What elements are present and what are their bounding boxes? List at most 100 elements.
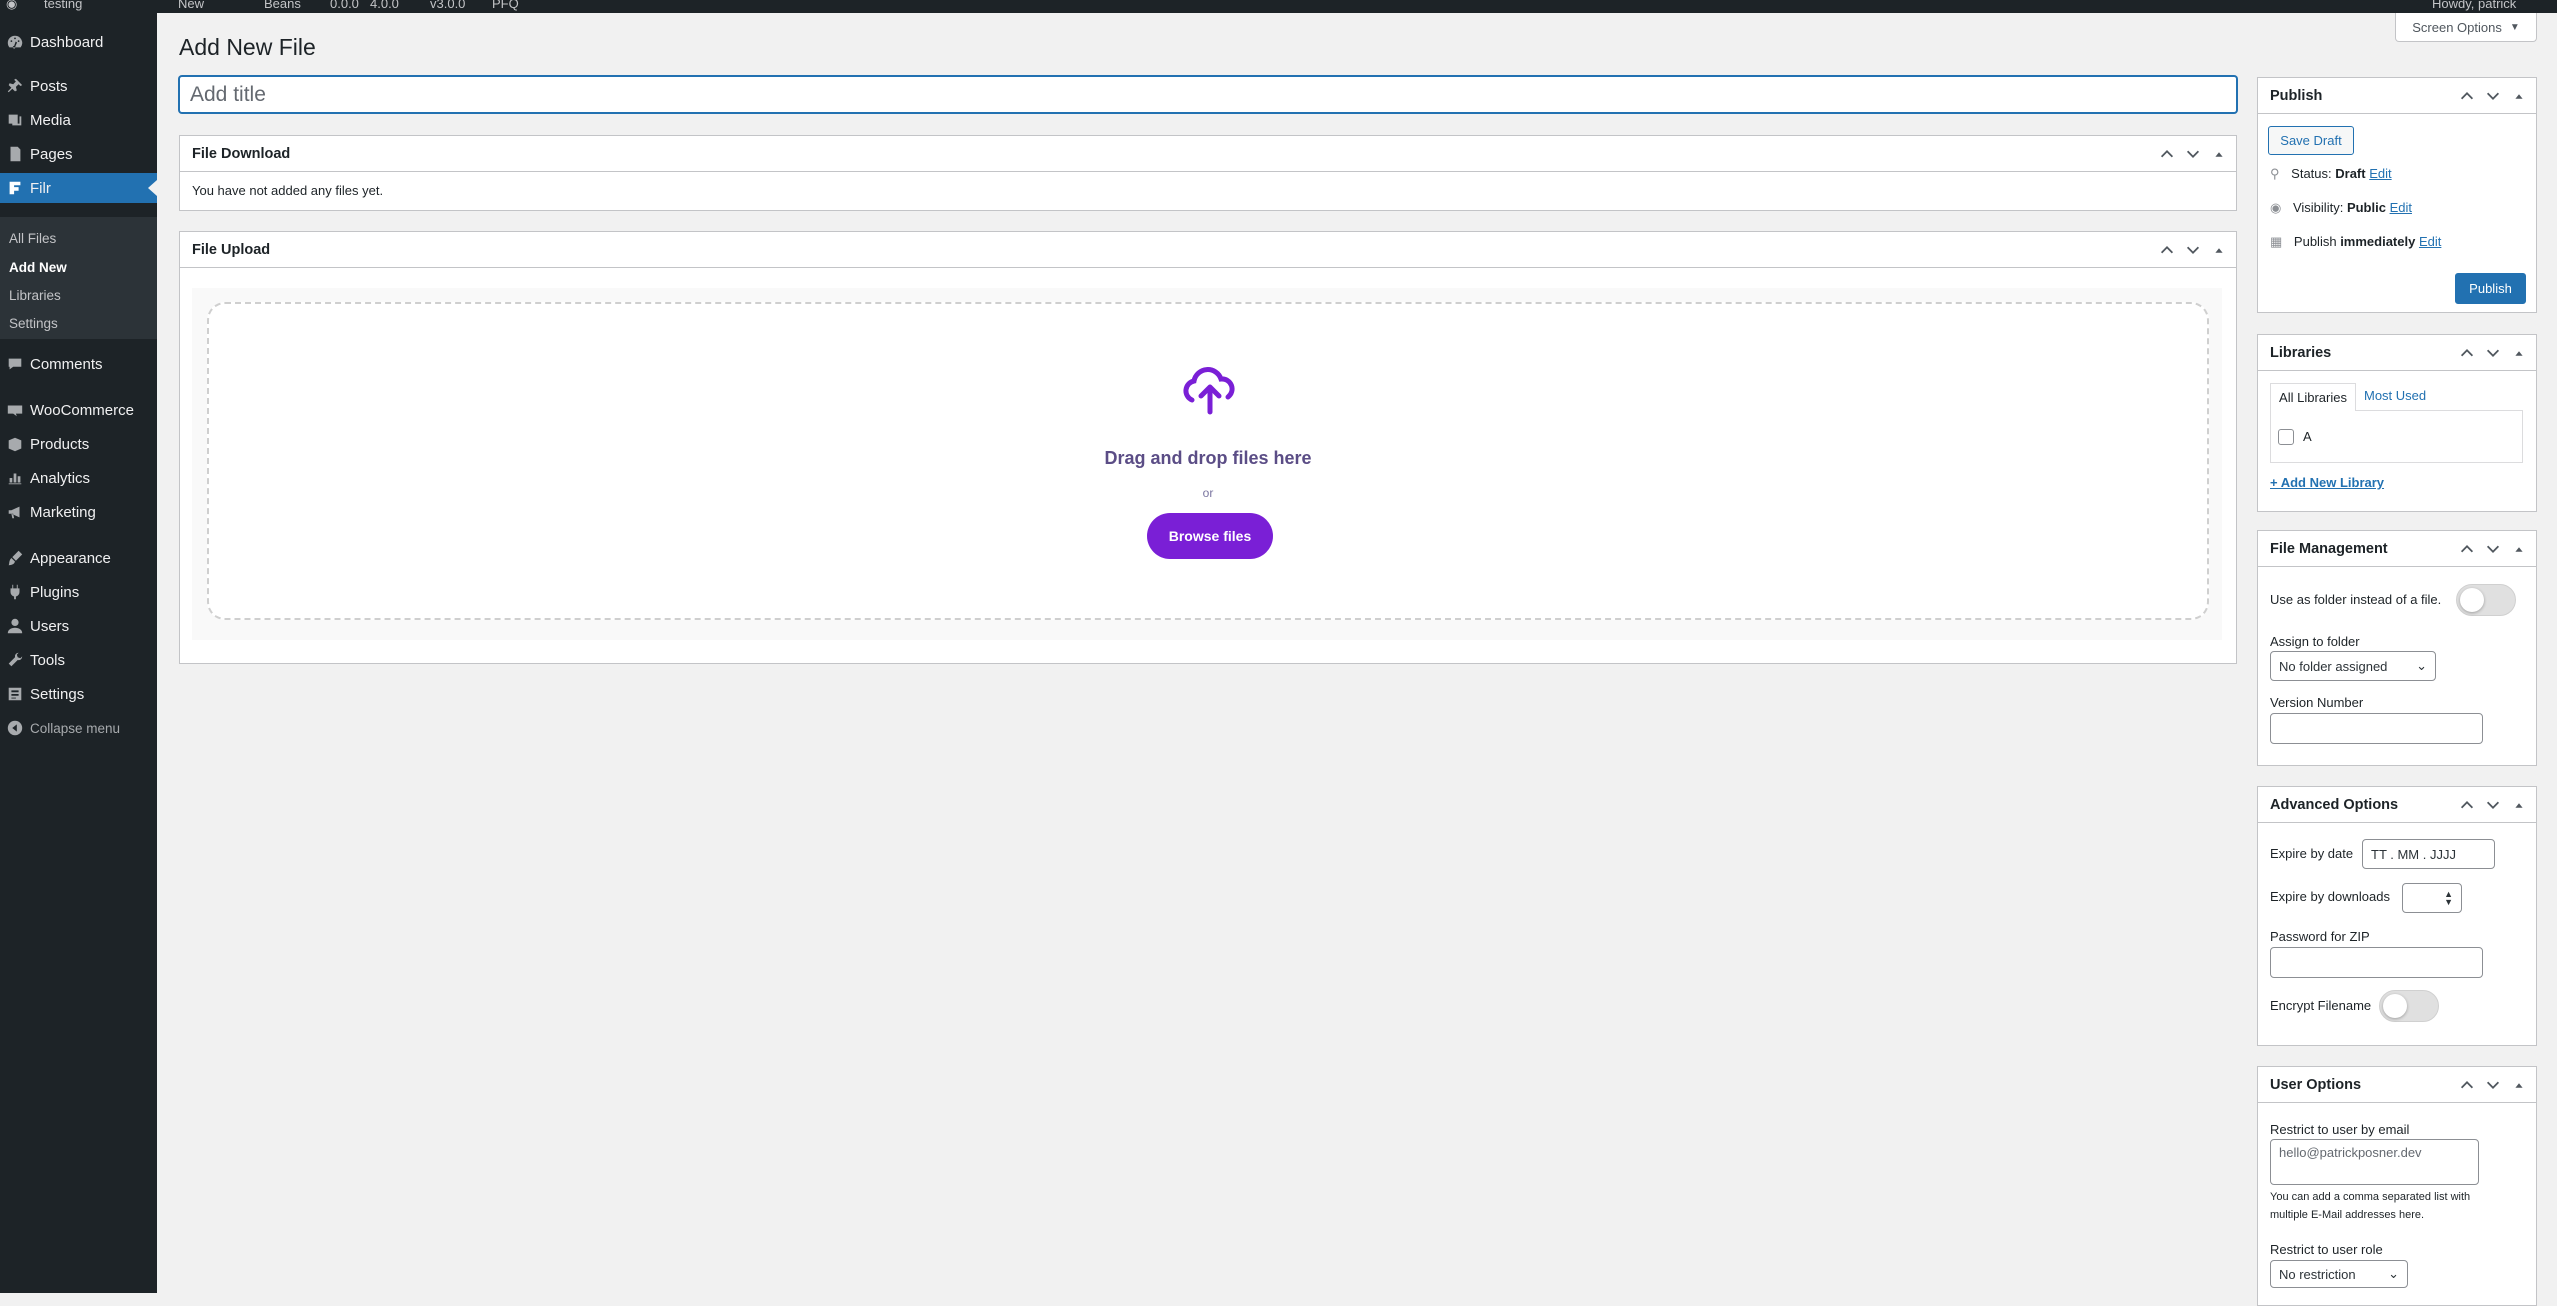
triangle-up-icon[interactable] <box>2510 87 2528 105</box>
chevron-down-icon: ⌄ <box>2388 1266 2399 1281</box>
triangle-up-icon[interactable] <box>2210 145 2228 163</box>
box-title: File Management <box>2270 540 2388 557</box>
box-header: Publish <box>2258 78 2536 114</box>
expire-date-placeholder: TT . MM . JJJJ <box>2371 846 2456 862</box>
sidebar-item-dashboard[interactable]: Dashboard <box>0 27 157 57</box>
chevron-up-icon[interactable] <box>2158 241 2176 259</box>
wp-logo-icon[interactable]: ◉ <box>6 0 17 12</box>
chevron-up-icon[interactable] <box>2458 796 2476 814</box>
user-options-box: User Options Restrict to user by email h… <box>2257 1066 2537 1306</box>
version-number-input[interactable] <box>2270 713 2483 744</box>
admin-bar-item[interactable]: v3.0.0 <box>430 0 465 11</box>
chevron-down-icon[interactable] <box>2184 241 2202 259</box>
schedule-edit-link[interactable]: Edit <box>2419 234 2441 249</box>
megaphone-icon <box>0 503 30 521</box>
assign-folder-select[interactable]: No folder assigned ⌄ <box>2270 651 2436 681</box>
sidebar-item-media[interactable]: Media <box>0 105 157 135</box>
browse-files-button[interactable]: Browse files <box>1147 513 1273 559</box>
admin-bar-greeting[interactable]: Howdy, patrick <box>2432 0 2516 11</box>
chevron-up-icon[interactable] <box>2158 145 2176 163</box>
expire-downloads-stepper[interactable]: ▲ ▼ <box>2402 883 2462 913</box>
sidebar-item-pages[interactable]: Pages <box>0 139 157 169</box>
chevron-down-icon[interactable] <box>2484 344 2502 362</box>
status-edit-link[interactable]: Edit <box>2369 166 2391 181</box>
admin-bar-item[interactable]: 0.0.0 <box>330 0 359 11</box>
settings-icon <box>0 685 30 703</box>
advanced-options-box: Advanced Options Expire by date TT . MM … <box>2257 786 2537 1046</box>
admin-sidebar: Dashboard Posts Media Pages Filr All Fil… <box>0 13 157 1293</box>
tab-all-libraries[interactable]: All Libraries <box>2270 383 2356 411</box>
password-zip-label: Password for ZIP <box>2270 929 2370 944</box>
publish-button[interactable]: Publish <box>2455 273 2526 304</box>
sidebar-item-marketing[interactable]: Marketing <box>0 497 157 527</box>
schedule-label: Publish <box>2293 234 2337 249</box>
drop-zone[interactable]: Drag and drop files here or Browse files <box>207 302 2209 620</box>
status-row: ⚲ Status: Draft Edit <box>2270 166 2392 182</box>
sidebar-item-label: WooCommerce <box>30 401 134 419</box>
chevron-down-icon[interactable] <box>2484 796 2502 814</box>
assign-folder-label: Assign to folder <box>2270 634 2360 649</box>
page-title: Add New File <box>179 34 316 60</box>
restrict-email-textarea[interactable]: hello@patrickposner.dev <box>2270 1139 2479 1185</box>
submenu-item-all-files[interactable]: All Files <box>9 231 56 246</box>
admin-bar-new[interactable]: New <box>178 0 204 11</box>
sidebar-item-plugins[interactable]: Plugins <box>0 577 157 607</box>
triangle-up-icon[interactable] <box>2210 241 2228 259</box>
triangle-up-icon[interactable] <box>2510 540 2528 558</box>
admin-bar-item[interactable]: Beans <box>264 0 301 11</box>
triangle-up-icon[interactable] <box>2510 1076 2528 1094</box>
add-new-library-link[interactable]: + Add New Library <box>2270 475 2384 490</box>
password-zip-input[interactable] <box>2270 947 2483 978</box>
expire-date-input[interactable]: TT . MM . JJJJ <box>2362 839 2495 869</box>
folder-toggle-label: Use as folder instead of a file. <box>2270 592 2442 607</box>
version-number-label: Version Number <box>2270 695 2364 710</box>
triangle-up-icon[interactable] <box>2510 796 2528 814</box>
chevron-up-icon[interactable] <box>2458 87 2476 105</box>
admin-bar-item[interactable]: PFQ <box>492 0 519 11</box>
chevron-down-icon[interactable] <box>2484 87 2502 105</box>
chevron-up-icon[interactable] <box>2458 540 2476 558</box>
chevron-up-icon[interactable] <box>2458 1076 2476 1094</box>
sidebar-item-tools[interactable]: Tools <box>0 645 157 675</box>
wrench-icon <box>0 651 30 669</box>
libraries-list: A <box>2270 410 2523 463</box>
admin-bar-site[interactable]: testing <box>44 0 82 11</box>
products-icon <box>0 435 30 453</box>
visibility-edit-link[interactable]: Edit <box>2390 200 2412 215</box>
chevron-up-icon[interactable] <box>2458 344 2476 362</box>
sidebar-item-products[interactable]: Products <box>0 429 157 459</box>
chevron-down-icon: ⌄ <box>2416 658 2427 673</box>
triangle-up-icon[interactable] <box>2510 344 2528 362</box>
filr-icon <box>0 179 30 197</box>
chevron-down-icon[interactable] <box>2484 1076 2502 1094</box>
save-draft-button[interactable]: Save Draft <box>2268 126 2354 155</box>
sidebar-item-filr[interactable]: Filr <box>0 173 157 203</box>
toggle-knob <box>2383 994 2407 1018</box>
submenu-item-add-new[interactable]: Add New <box>9 260 67 275</box>
sidebar-item-appearance[interactable]: Appearance <box>0 543 157 573</box>
title-input[interactable] <box>179 76 2237 113</box>
submenu-item-settings[interactable]: Settings <box>9 316 58 331</box>
screen-options-button[interactable]: Screen Options ▼ <box>2395 13 2537 42</box>
admin-bar-item[interactable]: 4.0.0 <box>370 0 399 11</box>
visibility-row: ◉ Visibility: Public Edit <box>2270 200 2412 216</box>
chevron-down-icon[interactable] <box>2484 540 2502 558</box>
sidebar-item-settings[interactable]: Settings <box>0 679 157 709</box>
sidebar-item-analytics[interactable]: Analytics <box>0 463 157 493</box>
library-checkbox[interactable] <box>2278 429 2294 445</box>
folder-toggle[interactable] <box>2456 584 2516 616</box>
sidebar-item-label: Plugins <box>30 583 80 601</box>
toggle-knob <box>2460 588 2484 612</box>
sidebar-item-posts[interactable]: Posts <box>0 71 157 101</box>
restrict-role-select[interactable]: No restriction ⌄ <box>2270 1260 2408 1288</box>
tab-most-used[interactable]: Most Used <box>2364 388 2426 403</box>
sidebar-item-comments[interactable]: Comments <box>0 349 157 379</box>
chevron-down-icon[interactable] <box>2184 145 2202 163</box>
sidebar-item-users[interactable]: Users <box>0 611 157 641</box>
sidebar-item-woocommerce[interactable]: WooCommerce <box>0 395 157 425</box>
encrypt-filename-toggle[interactable] <box>2379 990 2439 1022</box>
sidebar-item-label: Comments <box>30 355 103 373</box>
collapse-menu-button[interactable]: Collapse menu <box>0 713 157 743</box>
status-value: Draft <box>2335 166 2366 181</box>
submenu-item-libraries[interactable]: Libraries <box>9 288 61 303</box>
